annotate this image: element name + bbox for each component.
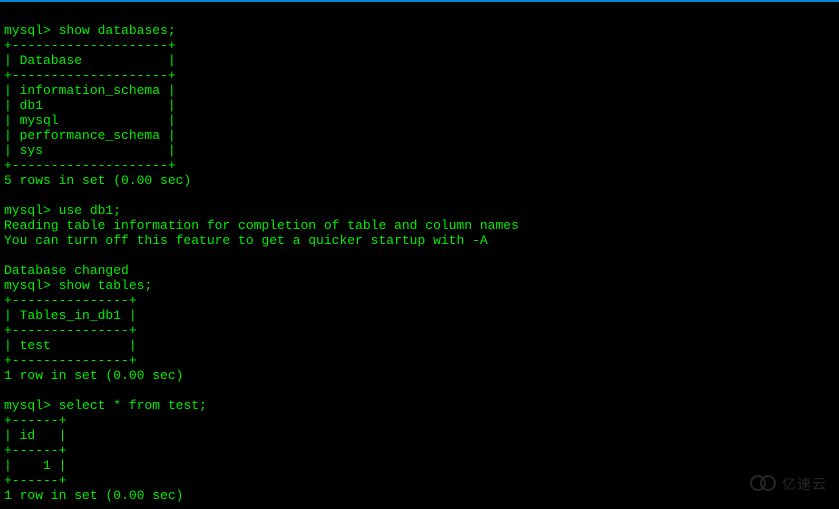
prompt: mysql> [4, 203, 51, 218]
msg-turn-off: You can turn off this feature to get a q… [4, 233, 488, 248]
prompt: mysql> [4, 23, 51, 38]
table-border: +--------------------+ [4, 38, 176, 53]
table-row: | mysql | [4, 113, 176, 128]
table-header: | Tables_in_db1 | [4, 308, 137, 323]
table-row: | performance_schema | [4, 128, 176, 143]
cmd-use-db1: use db1; [59, 203, 121, 218]
watermark-logo-icon [750, 475, 778, 493]
table-row: | db1 | [4, 98, 176, 113]
cmd-select-test: select * from test; [59, 398, 207, 413]
table-header: | id | [4, 428, 66, 443]
table-border: +------+ [4, 473, 66, 488]
msg-db-changed: Database changed [4, 263, 129, 278]
table-border: +--------------------+ [4, 68, 176, 83]
table-row: | information_schema | [4, 83, 176, 98]
table-border: +---------------+ [4, 323, 137, 338]
watermark: 亿速云 [750, 475, 827, 493]
result-footer: 1 row in set (0.00 sec) [4, 368, 183, 383]
cmd-show-tables: show tables; [59, 278, 153, 293]
terminal-output: mysql> show databases; +----------------… [0, 2, 839, 509]
table-border: +------+ [4, 443, 66, 458]
prompt: mysql> [4, 398, 51, 413]
table-row: | sys | [4, 143, 176, 158]
table-row: | test | [4, 338, 137, 353]
table-row: | 1 | [4, 458, 66, 473]
table-header: | Database | [4, 53, 176, 68]
watermark-text: 亿速云 [782, 477, 827, 492]
table-border: +--------------------+ [4, 158, 176, 173]
table-border: +------+ [4, 413, 66, 428]
cmd-show-databases: show databases; [59, 23, 176, 38]
table-border: +---------------+ [4, 353, 137, 368]
prompt: mysql> [4, 278, 51, 293]
result-footer: 5 rows in set (0.00 sec) [4, 173, 191, 188]
msg-reading-table: Reading table information for completion… [4, 218, 519, 233]
table-border: +---------------+ [4, 293, 137, 308]
